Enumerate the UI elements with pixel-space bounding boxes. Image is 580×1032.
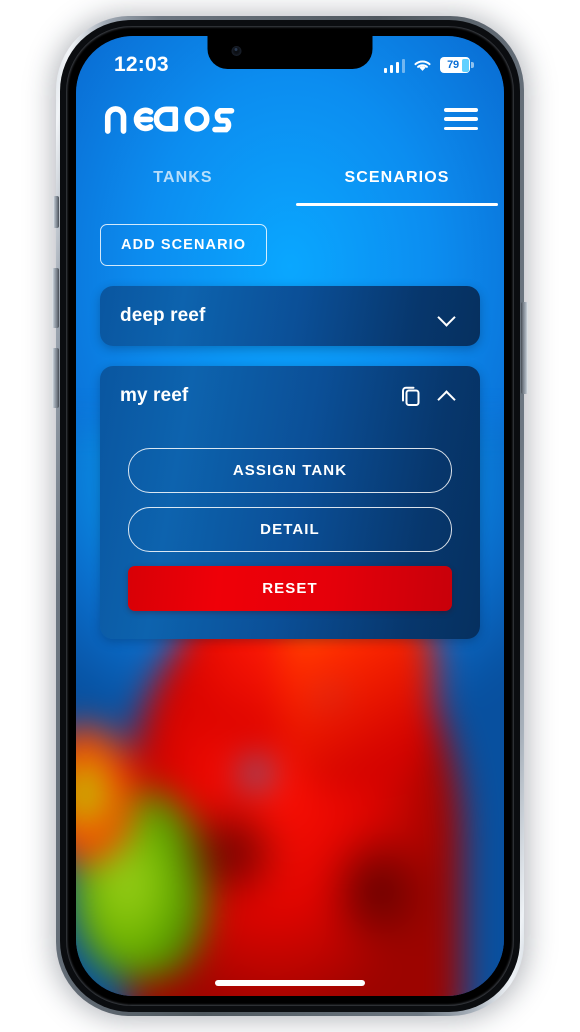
power-button[interactable] bbox=[521, 302, 528, 394]
assign-tank-button[interactable]: ASSIGN TANK bbox=[128, 448, 452, 493]
status-time: 12:03 bbox=[114, 53, 169, 76]
volume-up-button[interactable] bbox=[52, 268, 59, 328]
device-notch bbox=[207, 36, 373, 69]
scenario-header-deep-reef[interactable]: deep reef bbox=[100, 286, 480, 346]
chevron-down-icon[interactable] bbox=[432, 301, 462, 331]
scenarios-content: ADD SCENARIO deep reef my reef ASSIGN TA… bbox=[76, 212, 504, 996]
hamburger-menu-icon[interactable] bbox=[444, 108, 478, 130]
battery-fill bbox=[461, 58, 469, 72]
tab-scenarios[interactable]: SCENARIOS bbox=[290, 154, 504, 206]
battery-icon: 79 bbox=[440, 57, 474, 73]
chevron-up-icon[interactable] bbox=[432, 381, 462, 411]
phone-screen: 12:03 79 TANKS SCENARIOS ADD SCENARIO de… bbox=[76, 36, 504, 996]
front-camera-icon bbox=[231, 46, 242, 56]
silence-switch-button[interactable] bbox=[53, 196, 59, 228]
tab-tanks[interactable]: TANKS bbox=[76, 154, 290, 206]
scenario-name-deep-reef: deep reef bbox=[120, 305, 206, 326]
scenario-card-my-reef: my reef ASSIGN TANK DETAIL RESET bbox=[100, 366, 480, 639]
tab-bar: TANKS SCENARIOS bbox=[76, 154, 504, 206]
nedos-logo[interactable] bbox=[104, 101, 236, 137]
detail-button[interactable]: DETAIL bbox=[128, 507, 452, 552]
scenario-name-my-reef: my reef bbox=[120, 385, 189, 406]
home-indicator[interactable] bbox=[215, 980, 365, 986]
status-indicators: 79 bbox=[383, 51, 477, 73]
cellular-signal-icon bbox=[383, 58, 405, 73]
scenario-header-my-reef[interactable]: my reef bbox=[100, 366, 480, 426]
copy-icon[interactable] bbox=[396, 381, 426, 411]
battery-level-label: 79 bbox=[447, 59, 459, 71]
scenario-actions-my-reef: ASSIGN TANK DETAIL RESET bbox=[100, 426, 480, 639]
add-scenario-button[interactable]: ADD SCENARIO bbox=[100, 224, 268, 266]
reset-button[interactable]: RESET bbox=[128, 566, 452, 611]
wifi-icon bbox=[413, 58, 432, 73]
scenario-card-deep-reef: deep reef bbox=[100, 286, 480, 346]
app-header bbox=[76, 88, 504, 150]
screenshot-stage: 12:03 79 TANKS SCENARIOS ADD SCENARIO de… bbox=[0, 0, 580, 1032]
volume-down-button[interactable] bbox=[52, 348, 59, 408]
